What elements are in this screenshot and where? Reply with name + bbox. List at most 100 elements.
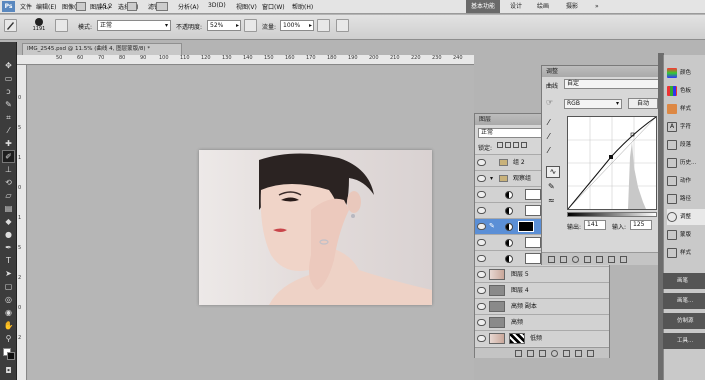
dock-masks[interactable]: 蒙版: [667, 227, 705, 243]
menu-edit[interactable]: 编辑(E): [36, 2, 56, 11]
pencil-draw-icon[interactable]: ✎: [548, 182, 555, 191]
opacity-input[interactable]: 52% ▸: [207, 20, 241, 31]
workspace-design[interactable]: 设计: [505, 0, 527, 13]
marquee-tool-icon[interactable]: ▭: [3, 73, 14, 84]
dodge-tool-icon[interactable]: ●: [3, 229, 14, 240]
workspace-essentials[interactable]: 基本功能: [466, 0, 501, 13]
link-icon[interactable]: [515, 350, 522, 357]
layer-row[interactable]: 高频 副本: [475, 298, 609, 314]
airbrush-icon[interactable]: [317, 19, 330, 32]
blend-mode-select[interactable]: 正常: [478, 128, 548, 138]
dock-swatches[interactable]: 色板: [667, 83, 705, 99]
eyedropper-white-icon[interactable]: ⁄: [548, 146, 549, 155]
mask-thumbnail[interactable]: [525, 205, 541, 216]
menu-file[interactable]: 文件: [20, 2, 32, 11]
pen-tool-icon[interactable]: ✒: [3, 242, 14, 253]
hand-tool-icon[interactable]: ✋: [3, 320, 14, 331]
dock-color[interactable]: 颜色: [667, 65, 705, 81]
flow-input[interactable]: 100% ▸: [280, 20, 314, 31]
previous-state-icon[interactable]: [596, 256, 603, 263]
shape-tool-icon[interactable]: ▢: [3, 281, 14, 292]
new-layer-icon[interactable]: [575, 350, 582, 357]
mask-thumbnail[interactable]: [525, 253, 541, 264]
brush-size-picker[interactable]: 1191: [30, 18, 48, 35]
curves-graph[interactable]: [567, 116, 657, 210]
expand-icon[interactable]: [560, 256, 567, 263]
lasso-tool-icon[interactable]: ↄ: [3, 86, 14, 97]
eye-icon[interactable]: [477, 159, 486, 166]
trash-icon[interactable]: [620, 256, 627, 263]
hand-tool-icon[interactable]: [127, 2, 137, 11]
eraser-tool-icon[interactable]: ▱: [3, 190, 14, 201]
background-color-swatch[interactable]: [7, 352, 15, 360]
brush-tool-preset-icon[interactable]: [4, 19, 17, 32]
brush-tool-icon[interactable]: ✐: [2, 150, 15, 163]
dock-brush-presets[interactable]: 画笔...: [663, 293, 705, 309]
lock-icons[interactable]: [497, 142, 537, 150]
chevron-down-icon[interactable]: ▾: [490, 175, 493, 182]
layer-row[interactable]: 低频: [475, 330, 609, 346]
layer-row[interactable]: 高频: [475, 314, 609, 330]
dock-brushes[interactable]: 画笔: [663, 273, 705, 289]
dock-tool-presets[interactable]: 工具...: [663, 333, 705, 349]
eye-icon[interactable]: [477, 207, 486, 214]
new-adjustment-icon[interactable]: [551, 350, 558, 357]
preset-select[interactable]: 自定: [564, 79, 659, 89]
workspace-more[interactable]: »: [590, 0, 604, 13]
target-adjust-icon[interactable]: ☞: [546, 98, 558, 108]
eyedropper-black-icon[interactable]: ⁄: [548, 118, 549, 127]
dock-styles-2[interactable]: 样式: [667, 245, 705, 261]
workspace-photography[interactable]: 摄影: [561, 0, 583, 13]
eye-icon[interactable]: [477, 287, 486, 294]
path-select-tool-icon[interactable]: ➤: [3, 268, 14, 279]
document-image[interactable]: [199, 150, 432, 305]
curve-point-icon[interactable]: ∿: [546, 166, 560, 178]
adjustments-panel-title[interactable]: 调整: [542, 66, 662, 77]
move-tool-icon[interactable]: ✥: [3, 60, 14, 71]
gradient-tool-icon[interactable]: ▤: [3, 203, 14, 214]
reset-icon[interactable]: [608, 256, 615, 263]
menu-analysis[interactable]: 分析(A): [178, 2, 199, 11]
menu-window[interactable]: 窗口(W): [262, 2, 285, 11]
mask-thumbnail[interactable]: [525, 189, 541, 200]
output-input[interactable]: 141: [584, 220, 606, 230]
menu-view[interactable]: 视图(V): [236, 2, 257, 11]
history-brush-tool-icon[interactable]: ⟲: [3, 177, 14, 188]
eye-icon[interactable]: [477, 255, 486, 262]
blur-tool-icon[interactable]: ◆: [3, 216, 14, 227]
document-tab[interactable]: IMG_2545.psd @ 11.5% (曲线 4, 图层蒙版/8) *: [22, 43, 182, 55]
dock-adjustments[interactable]: 调整: [667, 209, 705, 225]
eye-icon[interactable]: [477, 271, 486, 278]
dock-paths[interactable]: 路径: [667, 191, 705, 207]
visibility-eye-icon[interactable]: [584, 256, 591, 263]
eyedropper-tool-icon[interactable]: ⁄: [3, 125, 14, 136]
return-icon[interactable]: [548, 256, 555, 263]
eye-icon[interactable]: [477, 319, 486, 326]
eyedropper-gray-icon[interactable]: ⁄: [548, 132, 549, 141]
type-tool-icon[interactable]: T: [3, 255, 14, 266]
3d-rotate-tool-icon[interactable]: ◎: [3, 294, 14, 305]
smooth-icon[interactable]: ≈: [548, 196, 555, 205]
eye-icon[interactable]: [477, 191, 486, 198]
mask-thumbnail[interactable]: [525, 237, 541, 248]
mode-select[interactable]: 正常 ▾: [97, 20, 171, 31]
tablet-size-icon[interactable]: [336, 19, 349, 32]
eye-icon[interactable]: [477, 223, 486, 230]
workspace-painting[interactable]: 绘画: [532, 0, 554, 13]
input-field[interactable]: 125: [630, 220, 652, 230]
quick-mask-icon[interactable]: ◘: [3, 365, 14, 376]
dock-character[interactable]: A 字符: [667, 119, 705, 135]
tablet-opacity-icon[interactable]: [244, 19, 257, 32]
view-extras-icon[interactable]: [76, 2, 86, 11]
fx-icon[interactable]: [527, 350, 534, 357]
channel-select[interactable]: RGB ▾: [564, 99, 622, 109]
layer-row[interactable]: 图层 4: [475, 282, 609, 298]
zoom-level[interactable]: 15.2: [99, 3, 112, 10]
healing-tool-icon[interactable]: ✚: [3, 138, 14, 149]
dock-paragraph[interactable]: 段落: [667, 137, 705, 153]
clip-icon[interactable]: [572, 256, 579, 263]
layer-row[interactable]: 图层 5: [475, 266, 609, 282]
mask-thumbnail[interactable]: [509, 333, 525, 344]
dock-history[interactable]: 历史...: [667, 155, 705, 171]
add-mask-icon[interactable]: [539, 350, 546, 357]
